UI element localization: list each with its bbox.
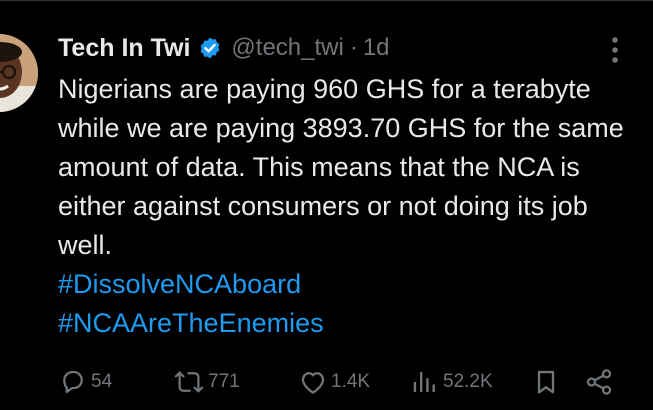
views-count: 52.2K: [443, 371, 493, 392]
timestamp[interactable]: 1d: [363, 34, 390, 62]
reply-count: 54: [91, 371, 113, 392]
repost-button[interactable]: 771: [173, 364, 240, 400]
repost-count: 771: [208, 371, 240, 392]
like-icon: [301, 372, 325, 394]
views-button[interactable]: 52.2K: [410, 364, 493, 400]
like-button[interactable]: 1.4K: [298, 364, 370, 400]
bookmark-icon: [537, 370, 555, 394]
reply-button[interactable]: 54: [58, 364, 112, 400]
user-handle[interactable]: @tech_twi: [231, 34, 343, 62]
tweet-body: Nigerians are paying 960 GHS for a terab…: [58, 70, 643, 343]
hashtag-link[interactable]: #DissolveNCAboard: [58, 265, 643, 304]
like-count: 1.4K: [331, 371, 371, 392]
tweet-card[interactable]: Tech In Twi @tech_twi · 1d Nigerians are…: [0, 0, 653, 410]
reply-icon: [63, 370, 83, 394]
verified-badge-icon[interactable]: [198, 36, 222, 60]
views-icon: [413, 372, 435, 392]
repost-icon: [174, 371, 204, 393]
separator-dot: ·: [349, 34, 358, 61]
tweet-text: Nigerians are paying 960 GHS for a terab…: [58, 74, 624, 260]
more-options-icon[interactable]: [604, 36, 626, 64]
divider: [0, 0, 653, 1]
share-button[interactable]: [584, 364, 614, 400]
tweet-actions: 54 771 1.4K 52.2K: [58, 364, 618, 400]
tweet-header: Tech In Twi @tech_twi · 1d: [58, 30, 390, 66]
avatar[interactable]: [0, 34, 38, 112]
hashtag-link[interactable]: #NCAAreTheEnemies: [58, 304, 643, 343]
bookmark-button[interactable]: [532, 364, 560, 400]
display-name[interactable]: Tech In Twi: [58, 34, 190, 63]
avatar-image: [0, 34, 38, 112]
share-icon: [586, 369, 612, 395]
